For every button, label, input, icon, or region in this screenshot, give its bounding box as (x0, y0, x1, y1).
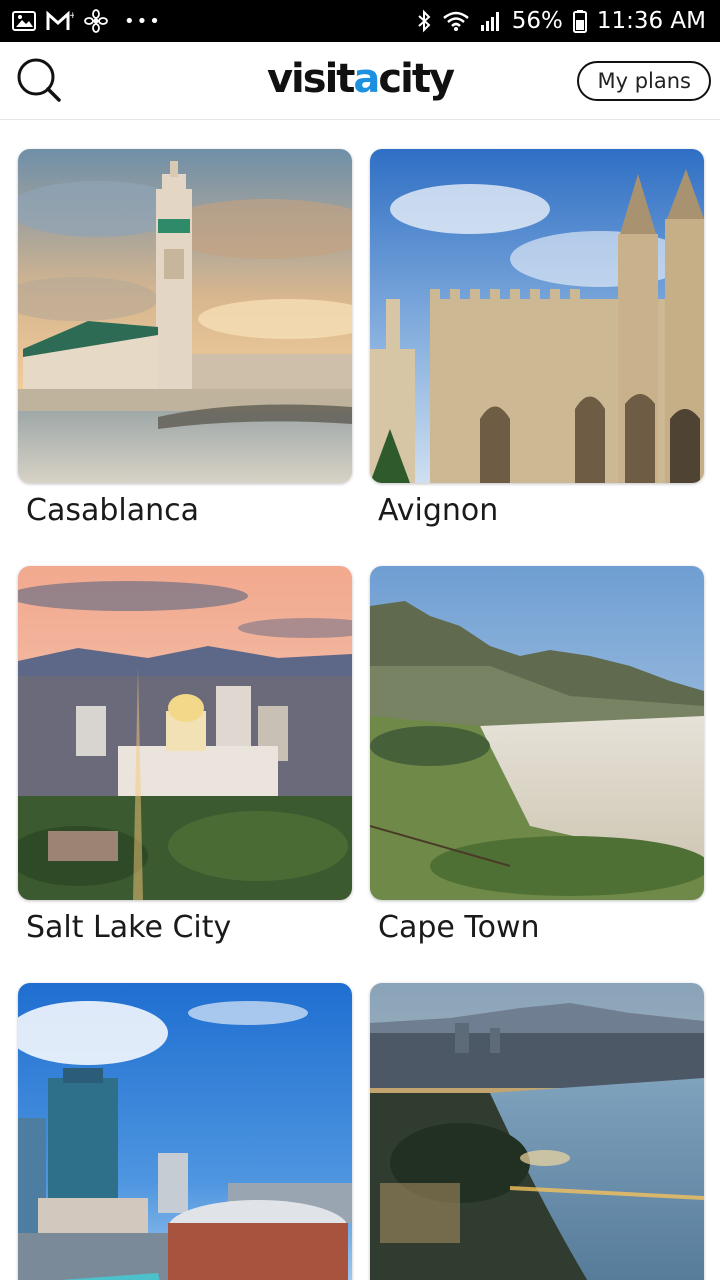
gmail-icon: + (46, 9, 74, 33)
city-card-salt-lake-city[interactable]: Salt Lake City (18, 566, 352, 945)
city-name[interactable]: Salt Lake City (18, 910, 352, 945)
svg-text:+: + (69, 11, 74, 21)
fan-icon (84, 9, 108, 33)
city-name[interactable]: Cape Town (370, 910, 704, 945)
city-card-avignon[interactable]: Avignon (370, 149, 704, 528)
avignon-photo[interactable] (370, 149, 704, 483)
signal-icon (480, 9, 502, 33)
status-bar-right: 56% 11:36 AM (416, 8, 706, 34)
lakeside-city-night-photo[interactable] (370, 983, 704, 1280)
wifi-icon (442, 9, 470, 33)
my-plans-button[interactable]: My plans (577, 61, 711, 101)
cape-town-photo[interactable] (370, 566, 704, 900)
city-skyline-photo[interactable] (18, 983, 352, 1280)
battery-percent: 56% (511, 8, 563, 34)
city-grid: Casablanca Avignon Salt Lake City Cape T… (0, 120, 720, 1280)
battery-icon (572, 9, 587, 33)
bluetooth-icon (416, 9, 432, 33)
casablanca-photo[interactable] (18, 149, 352, 483)
status-bar: + ••• 56% 11:36 AM (0, 0, 720, 42)
city-card-6[interactable] (370, 983, 704, 1280)
city-card-casablanca[interactable]: Casablanca (18, 149, 352, 528)
city-name[interactable]: Avignon (370, 493, 704, 528)
logo-text-accent: a (353, 56, 380, 102)
app-header: visitacity My plans (0, 42, 720, 120)
status-bar-left: + ••• (12, 9, 162, 33)
logo-text-visit: visit (266, 56, 355, 102)
gallery-icon (12, 9, 36, 33)
logo-text-city: city (378, 56, 455, 102)
city-name[interactable]: Casablanca (18, 493, 352, 528)
salt-lake-city-photo[interactable] (18, 566, 352, 900)
city-card-cape-town[interactable]: Cape Town (370, 566, 704, 945)
clock: 11:36 AM (596, 8, 706, 34)
more-dots-icon: ••• (124, 10, 162, 32)
city-card-5[interactable] (18, 983, 352, 1280)
